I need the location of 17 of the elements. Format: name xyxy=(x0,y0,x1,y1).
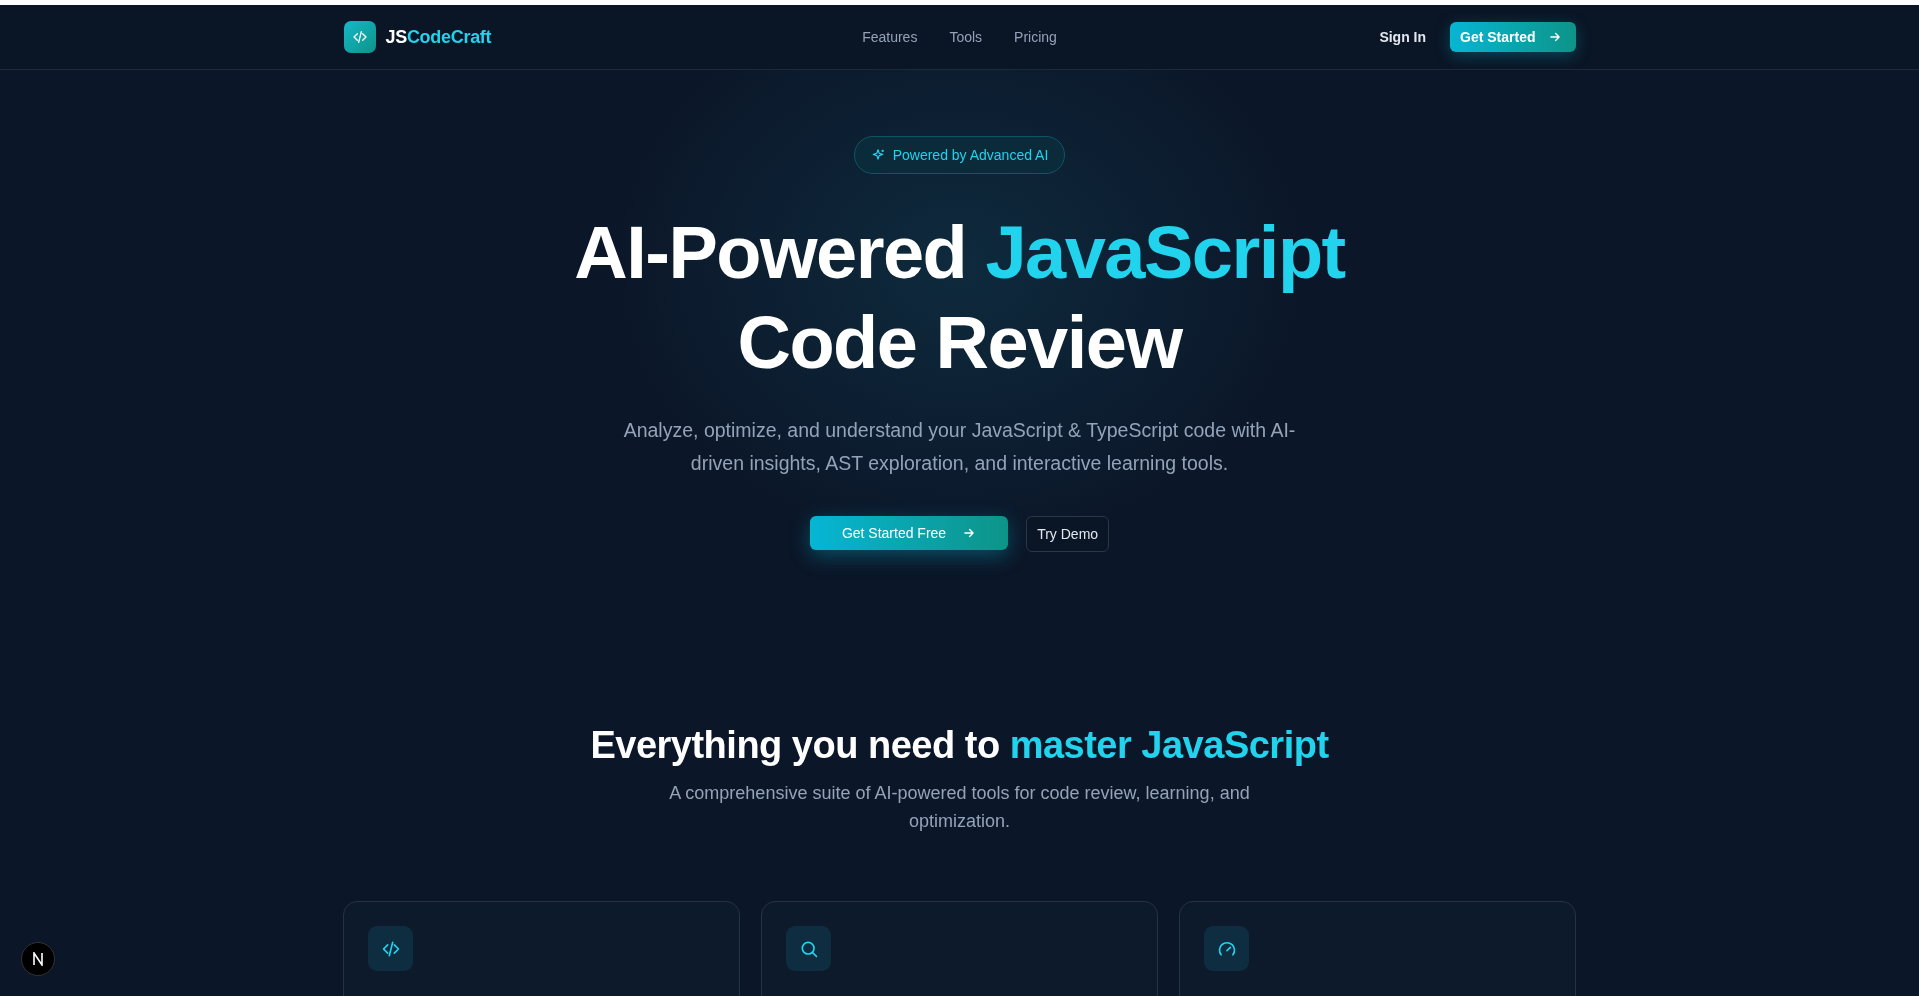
dev-badge[interactable] xyxy=(21,942,55,976)
code-icon xyxy=(351,29,368,45)
try-demo-button[interactable]: Try Demo xyxy=(1026,516,1110,552)
logo-text[interactable]: JSCodeCraft xyxy=(385,26,492,48)
n-logo-icon xyxy=(31,952,45,966)
section-heading: Everything you need to master JavaScript xyxy=(590,724,1329,767)
hero-subtitle: Analyze, optimize, and understand your JavaScript & TypeScript code with AI-driven insights, AST exploration, and interactive learning tools. xyxy=(622,418,1297,476)
sign-in-link[interactable]: Sign In xyxy=(1379,29,1427,45)
badge-text: Powered by Advanced AI xyxy=(892,147,1049,163)
nav-link[interactable]: Tools xyxy=(949,29,983,45)
arrow-icon xyxy=(1547,30,1562,44)
section-subtitle: A comprehensive suite of AI-powered tools for code review, learning, and optimization. xyxy=(668,782,1251,833)
nav-link[interactable]: Features xyxy=(862,29,918,45)
nav-link[interactable]: Pricing xyxy=(1014,29,1057,45)
sparkle-icon xyxy=(870,148,885,162)
hero-title: AI-Powered JavaScript Code Review xyxy=(574,210,1345,386)
arrow-icon xyxy=(962,526,977,540)
